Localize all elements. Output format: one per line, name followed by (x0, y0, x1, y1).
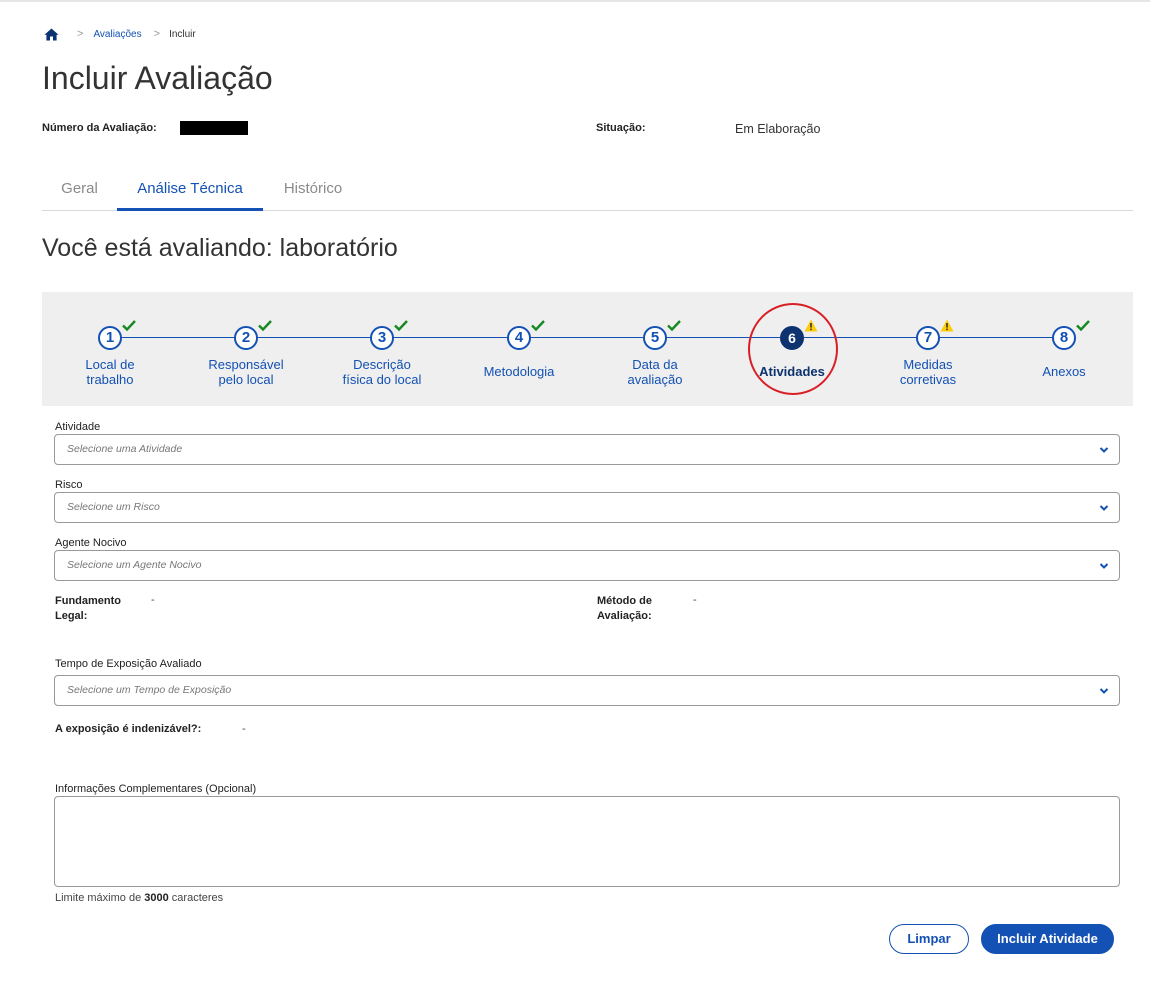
tempo-label: Tempo de Exposição Avaliado (55, 658, 202, 670)
breadcrumb-current: Incluir (169, 28, 196, 40)
page-title: Incluir Avaliação (42, 60, 273, 96)
atividade-select[interactable]: Selecione uma Atividade (54, 434, 1120, 465)
risco-label: Risco (55, 479, 83, 491)
agente-placeholder: Selecione um Agente Nocivo (67, 559, 202, 571)
chevron-down-icon (1099, 563, 1109, 569)
step-descricao[interactable]: 3 Descrição física do local (322, 292, 442, 406)
tab-bar: Geral Análise Técnica Histórico (42, 170, 1133, 211)
metodo-label: Método de Avaliação: (597, 595, 652, 622)
info-textarea[interactable] (54, 796, 1120, 887)
step-label: Local de trabalho (85, 357, 135, 387)
tab-analise-tecnica[interactable]: Análise Técnica (117, 170, 263, 211)
section-title: Você está avaliando: laboratório (42, 234, 398, 262)
step-label: Data da avaliação (627, 357, 683, 387)
top-divider (0, 0, 1150, 2)
atividade-label: Atividade (55, 421, 101, 433)
risco-select[interactable]: Selecione um Risco (54, 492, 1120, 523)
metodo-value: - (693, 594, 697, 606)
step-label: Metodologia (483, 364, 555, 379)
agente-select[interactable]: Selecione um Agente Nocivo (54, 550, 1120, 581)
indenizavel-value: - (242, 723, 246, 735)
step-number: 1 (98, 326, 122, 350)
step-number: 3 (370, 326, 394, 350)
tempo-select[interactable]: Selecione um Tempo de Exposição (54, 675, 1120, 706)
char-limit-hint: Limite máximo de 3000 caracteres (55, 892, 224, 904)
breadcrumb: > Avaliações > Incluir (44, 26, 196, 42)
chevron-down-icon (1099, 688, 1109, 694)
breadcrumb-link-avaliacoes[interactable]: Avaliações (93, 29, 141, 40)
step-label: Responsável pelo local (208, 357, 284, 387)
stepper: 1 Local de trabalho 2 Responsável pelo loc… (42, 292, 1133, 406)
step-number: 7 (916, 326, 940, 350)
fundamento-label: Fundamento Legal: (55, 595, 121, 622)
step-anexos[interactable]: 8 Anexos (1004, 292, 1124, 406)
check-icon (258, 320, 272, 331)
risco-placeholder: Selecione um Risco (67, 501, 160, 513)
check-icon (531, 320, 545, 331)
step-label: Medidas corretivas (899, 357, 957, 387)
incluir-atividade-button[interactable]: Incluir Atividade (981, 924, 1114, 954)
tab-geral[interactable]: Geral (42, 170, 117, 210)
step-number: 5 (643, 326, 667, 350)
numero-label: Número da Avaliação: (42, 122, 157, 134)
step-medidas-corretivas[interactable]: 7 Medidas corretivas (868, 292, 988, 406)
check-icon (1076, 320, 1090, 331)
step-label: Anexos (1042, 364, 1086, 379)
home-icon[interactable] (44, 28, 59, 41)
agente-label: Agente Nocivo (55, 537, 127, 549)
chevron-right-icon: > (77, 28, 84, 40)
limpar-button[interactable]: Limpar (889, 924, 969, 954)
chevron-down-icon (1099, 447, 1109, 453)
atividade-placeholder: Selecione uma Atividade (67, 443, 183, 455)
situacao-value: Em Elaboração (735, 122, 821, 136)
step-number: 2 (234, 326, 258, 350)
tempo-placeholder: Selecione um Tempo de Exposição (67, 684, 232, 696)
step-data-avaliacao[interactable]: 5 Data da avaliação (595, 292, 715, 406)
check-icon (394, 320, 408, 331)
step-number: 4 (507, 326, 531, 350)
situacao-label: Situação: (596, 122, 646, 134)
info-label: Informações Complementares (Opcional) (55, 783, 257, 795)
chevron-down-icon (1099, 505, 1109, 511)
check-icon (667, 320, 681, 331)
step-local-de-trabalho[interactable]: 1 Local de trabalho (50, 292, 170, 406)
fundamento-value: - (151, 594, 155, 606)
highlight-circle (748, 303, 838, 395)
step-responsavel[interactable]: 2 Responsável pelo local (186, 292, 306, 406)
tab-historico[interactable]: Histórico (263, 170, 363, 210)
step-label: Descrição física do local (342, 357, 422, 387)
check-icon (122, 320, 136, 331)
redacted-number (180, 121, 248, 135)
step-metodologia[interactable]: 4 Metodologia (459, 292, 579, 406)
chevron-right-icon: > (153, 28, 161, 40)
indenizavel-label: A exposição é indenizável?: (55, 723, 202, 735)
step-number: 8 (1052, 326, 1076, 350)
warning-icon (940, 319, 954, 332)
